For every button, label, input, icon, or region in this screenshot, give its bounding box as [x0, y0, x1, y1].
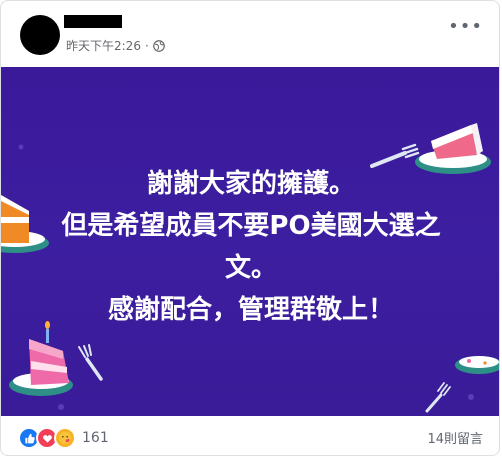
text-post-banner: 謝謝大家的擁護。 但是希望成員不要PO美國大選之 文。 感謝配合，管理群敬上！	[1, 67, 499, 416]
globe-icon[interactable]	[152, 39, 165, 52]
more-options-icon[interactable]: •••	[448, 18, 483, 36]
message-line-3: 文。	[224, 253, 277, 283]
post-timestamp[interactable]: 昨天下午2:26	[66, 37, 141, 54]
author-avatar[interactable]	[20, 15, 60, 55]
message-line-4: 感謝配合，管理群敬上！	[107, 295, 394, 325]
post-card: 昨天下午2:26 · ••• 謝謝大家的擁護。 但是希望成員不要PO美國大選之 …	[0, 0, 500, 456]
post-message: 謝謝大家的擁護。 但是希望成員不要PO美國大選之 文。 感謝配合，管理群敬上！	[1, 163, 499, 331]
fork-icon	[78, 344, 103, 381]
reaction-count[interactable]: 161	[82, 430, 109, 446]
reaction-summary[interactable]: 161	[18, 427, 109, 449]
empty-plate-icon	[425, 356, 499, 413]
message-line-2: 但是希望成員不要PO美國大選之	[61, 211, 441, 241]
message-line-1: 謝謝大家的擁護。	[146, 169, 355, 199]
author-name-redacted[interactable]	[64, 15, 122, 28]
meta-separator: ·	[144, 38, 149, 53]
care-icon	[54, 427, 76, 449]
birthday-cake-icon	[9, 321, 73, 396]
post-header: 昨天下午2:26 · •••	[1, 1, 499, 67]
post-meta: 昨天下午2:26 ·	[66, 37, 165, 54]
post-footer: 161 14則留言	[1, 416, 499, 455]
comment-count[interactable]: 14則留言	[427, 428, 483, 447]
